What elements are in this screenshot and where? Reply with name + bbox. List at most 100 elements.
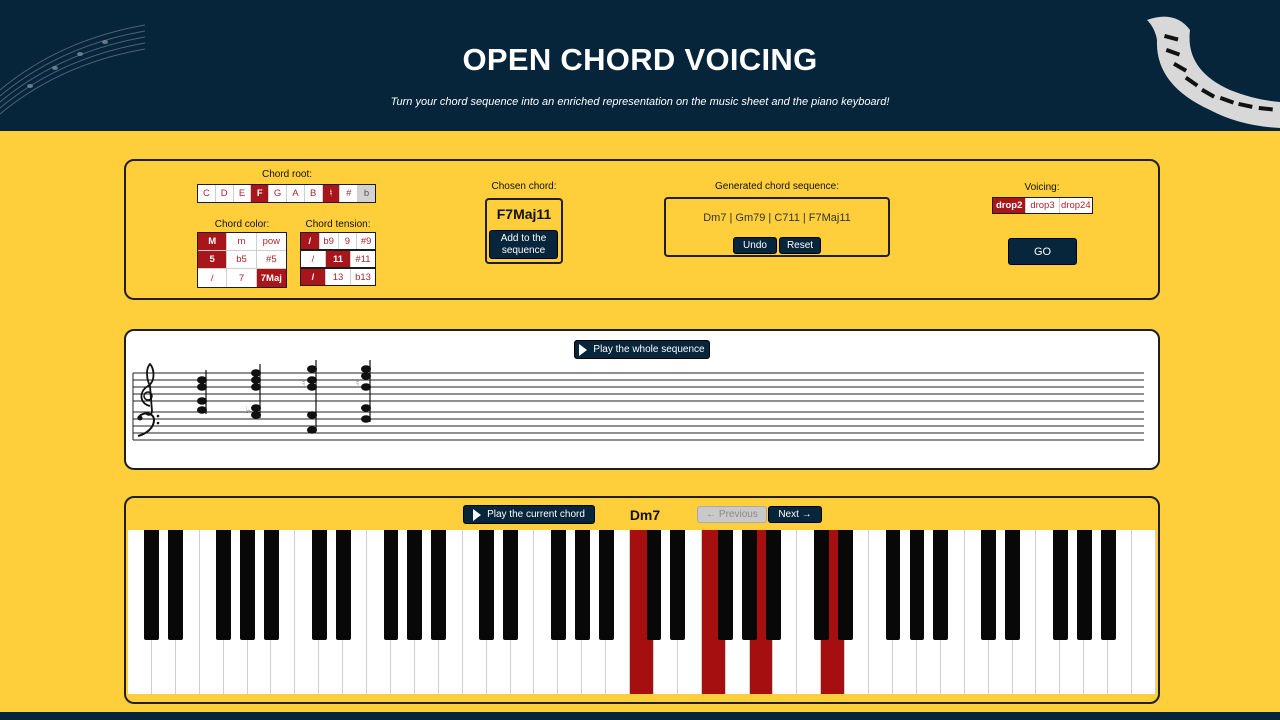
option-drop24[interactable]: drop24 [1060,198,1092,213]
black-key-gs1[interactable] [240,530,255,640]
black-key-ds5[interactable] [837,530,853,640]
chord-color-selector: Mm pow 5 b5 #5 /7 7Maj [197,232,287,288]
sequence-text: Dm7 | Gm79 | C711 | F7Maj11 [703,212,851,224]
option-#9[interactable]: #9 [357,233,375,249]
option-m[interactable]: m [227,233,257,251]
option-x[interactable]: / [301,269,326,285]
option-5[interactable]: 5 [198,251,228,269]
previous-button[interactable]: ← Previous [697,506,767,523]
sequence-box [664,197,890,257]
black-key-ds2[interactable] [335,530,351,640]
option-#[interactable]: # [340,185,359,202]
option-a[interactable]: A [287,185,305,202]
app-header: OPEN CHORD VOICING Turn your chord seque… [0,0,1280,131]
option-#11[interactable]: #11 [351,251,375,267]
black-key-ds3[interactable] [503,530,518,640]
piano-keyboard [128,530,1156,694]
svg-text:♮: ♮ [302,379,305,389]
black-key-cs5[interactable] [813,530,829,640]
black-key-cs6[interactable] [981,530,997,640]
next-button[interactable]: Next → [768,506,822,523]
option-b[interactable]: b [358,185,375,202]
chord-color-label: Chord color: [214,219,270,230]
option-m[interactable]: M [198,233,228,251]
option-d[interactable]: D [216,185,234,202]
chosen-chord-label: Chosen chord: [491,181,557,192]
treble-clef-icon [140,362,155,416]
black-key-fs6[interactable] [1052,530,1068,640]
chord-tension-label: Chord tension: [305,219,371,230]
option-9[interactable]: 9 [339,233,358,249]
black-key-gs5[interactable] [909,530,925,640]
black-key-gs6[interactable] [1076,530,1092,640]
play-icon [579,343,588,356]
option-drop2[interactable]: drop2 [993,198,1027,213]
reset-button[interactable]: Reset [779,237,821,254]
black-key-cs1[interactable] [144,530,160,640]
option-7[interactable]: 7 [227,269,257,287]
current-chord-name: Dm7 [629,507,661,523]
option-#5[interactable]: #5 [256,251,286,269]
black-key-as6[interactable] [1100,530,1116,640]
tension-row: /11 #11 [300,250,376,268]
black-key-as2[interactable] [431,530,447,640]
option-b5[interactable]: b5 [227,251,257,269]
option-b13[interactable]: b13 [351,269,375,285]
black-key-cs2[interactable] [311,530,327,640]
black-key-fs4[interactable] [718,530,734,640]
tension-row: / b9 9 #9 [300,232,376,250]
play-chord-label: Play the current chord [487,508,585,520]
option-x[interactable]: / [198,269,228,287]
go-button[interactable]: GO [1008,238,1077,265]
chord-root-label: Chord root: [261,169,313,180]
black-key-ds1[interactable] [168,530,184,640]
music-score: ♭ ♮ ♮ [132,360,1144,441]
option-drop3[interactable]: drop3 [1026,198,1060,213]
option-e[interactable]: E [234,185,252,202]
black-key-fs5[interactable] [885,530,901,640]
svg-text:♭: ♭ [246,406,250,416]
voicing-label: Voicing: [1024,182,1060,193]
add-to-sequence-button[interactable]: Add to the sequence [489,230,558,259]
option-x[interactable]: / [301,251,326,267]
black-key-as1[interactable] [264,530,279,640]
undo-button[interactable]: Undo [733,237,777,254]
black-key-fs3[interactable] [550,530,566,640]
black-key-fs2[interactable] [383,530,399,640]
white-key-c7[interactable] [1132,530,1156,694]
black-key-gs3[interactable] [574,530,590,640]
option-b[interactable]: B [305,185,323,202]
option-b9[interactable]: b9 [320,233,339,249]
option-g[interactable]: G [269,185,287,202]
option-11[interactable]: 11 [326,251,351,267]
black-key-cs3[interactable] [479,530,494,640]
black-key-cs4[interactable] [646,530,662,640]
chosen-chord-name: F7Maj11 [496,206,552,222]
play-icon [473,508,482,521]
option-x[interactable]: ♮ [322,185,341,202]
black-key-as4[interactable] [766,530,781,640]
play-chord-button[interactable]: Play the current chord [463,505,595,524]
page-footer [0,712,1280,720]
option-13[interactable]: 13 [326,269,351,285]
black-key-gs4[interactable] [742,530,757,640]
black-key-fs1[interactable] [216,530,232,640]
option-f[interactable]: F [251,185,270,202]
black-key-gs2[interactable] [407,530,423,640]
page-subtitle: Turn your chord sequence into an enriche… [390,96,890,108]
option-x[interactable]: / [301,233,320,249]
option-pow[interactable]: pow [256,233,286,251]
black-key-ds4[interactable] [670,530,686,640]
option-7maj[interactable]: 7Maj [256,269,286,287]
play-sequence-label: Play the whole sequence [593,343,705,355]
tension-row: /13 b13 [300,268,376,286]
black-key-as3[interactable] [598,530,614,640]
black-key-as5[interactable] [933,530,949,640]
svg-text:♮: ♮ [356,379,359,389]
voicing-selector: drop2 drop3 drop24 [992,197,1093,214]
sequence-label: Generated chord sequence: [715,181,839,192]
black-key-ds6[interactable] [1005,530,1020,640]
page-title: OPEN CHORD VOICING [462,42,818,77]
chord-root-selector: C D E F G A B ♮ # b [197,184,376,203]
option-c[interactable]: C [198,185,216,202]
